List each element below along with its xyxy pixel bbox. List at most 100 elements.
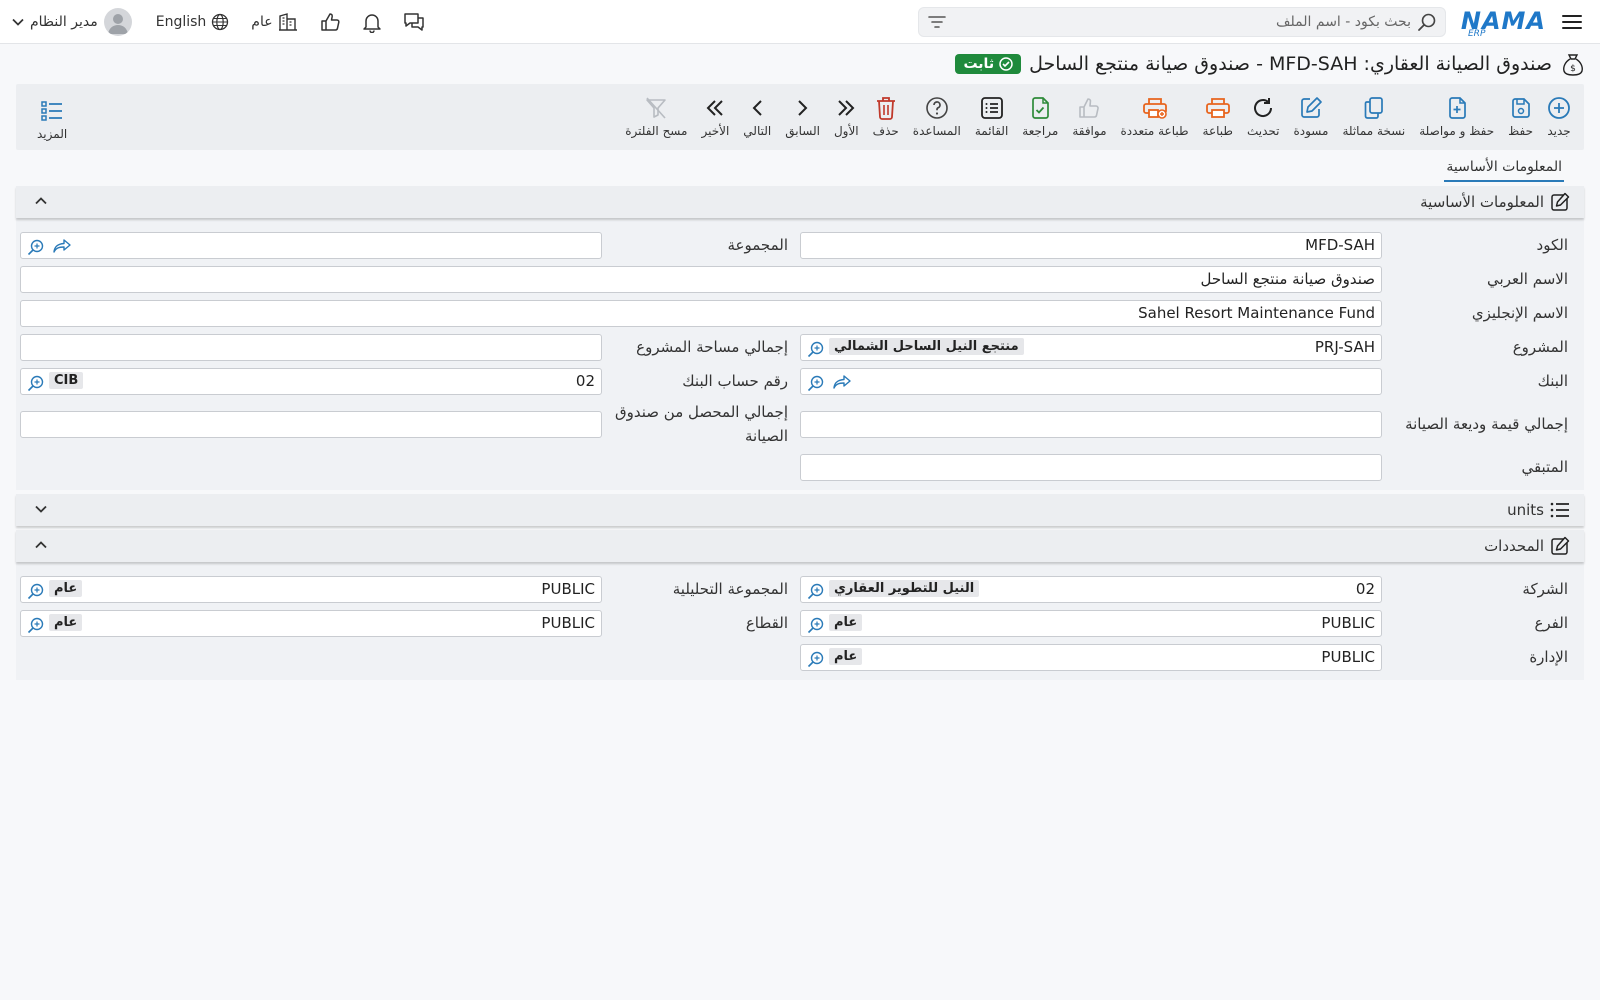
remaining-field[interactable]: [800, 453, 1382, 481]
company-label: عام: [251, 14, 273, 30]
bank-field[interactable]: [800, 367, 1382, 395]
clear-filter-label: مسح الفلترة: [625, 124, 688, 138]
chevron-up-icon[interactable]: [34, 538, 48, 552]
next-label: التالي: [743, 124, 772, 138]
company-switch[interactable]: عام: [251, 12, 297, 32]
units-header[interactable]: units: [16, 494, 1584, 526]
department-field[interactable]: PUBLIC عام: [800, 643, 1382, 671]
branch-field[interactable]: PUBLIC عام: [800, 609, 1382, 637]
multi-print-button[interactable]: طباعة متعددة: [1114, 87, 1196, 147]
help-button[interactable]: المساعدة: [906, 87, 968, 147]
lookup-icon[interactable]: [807, 374, 825, 392]
previous-button[interactable]: السابق: [778, 87, 827, 147]
list-button[interactable]: القائمة: [968, 87, 1015, 147]
group-field[interactable]: [20, 231, 602, 259]
remaining-row: المتبقي: [800, 450, 1570, 484]
clear-filter-button[interactable]: مسح الفلترة: [618, 87, 694, 147]
logo[interactable]: NAMA ERP: [1461, 5, 1546, 39]
share-icon[interactable]: [833, 374, 851, 389]
save-label: حفظ: [1508, 124, 1533, 138]
branch-label: الفرع: [1534, 614, 1568, 632]
chevron-up-icon[interactable]: [34, 194, 48, 208]
lookup-icon[interactable]: [27, 238, 45, 256]
lookup-icon[interactable]: [27, 616, 45, 634]
duplicate-button[interactable]: نسخة مماثلة: [1335, 87, 1412, 147]
title-row: $ صندوق الصيانة العقاري: MFD-SAH - صندوق…: [0, 44, 1600, 84]
draft-button[interactable]: مسودة: [1286, 87, 1335, 147]
help-icon: [926, 97, 948, 119]
new-label: جديد: [1547, 124, 1571, 138]
menu-icon[interactable]: [1558, 8, 1586, 36]
last-button[interactable]: الأخير: [694, 87, 736, 147]
department-name-tag: عام: [829, 647, 863, 665]
dimensions-title: المحددات: [1484, 537, 1544, 555]
english-name-field[interactable]: Sahel Resort Maintenance Fund: [20, 299, 1382, 327]
thumb-up-icon: [1079, 98, 1100, 118]
search-input[interactable]: [947, 13, 1417, 30]
lookup-icon[interactable]: [27, 582, 45, 600]
logo-sub: ERP: [1468, 28, 1486, 39]
bank-account-field[interactable]: 02 CIB: [20, 367, 602, 395]
refresh-button[interactable]: تحديث: [1240, 87, 1287, 147]
chevron-down-icon[interactable]: [34, 502, 48, 516]
arabic-name-value: صندوق صيانة منتجع الساحل: [1200, 270, 1375, 288]
review-button[interactable]: مراجعة: [1015, 87, 1065, 147]
like-icon[interactable]: [316, 8, 344, 36]
collected-total-field[interactable]: [20, 410, 602, 438]
approve-button[interactable]: موافقة: [1065, 87, 1113, 147]
delete-button[interactable]: حذف: [866, 87, 906, 147]
arabic-name-label: الاسم العربي: [1487, 270, 1568, 288]
first-label: الأول: [833, 124, 859, 138]
code-field[interactable]: MFD-SAH: [800, 231, 1382, 259]
group-label: المجموعة: [727, 236, 788, 254]
project-area-field[interactable]: [20, 333, 602, 361]
next-button[interactable]: التالي: [736, 87, 778, 147]
lookup-icon[interactable]: [807, 650, 825, 668]
lookup-icon[interactable]: [807, 582, 825, 600]
deposit-total-field[interactable]: [800, 410, 1382, 438]
filter-icon[interactable]: [927, 14, 947, 30]
new-button[interactable]: جديد: [1540, 87, 1578, 147]
english-name-row: الاسم الإنجليزي Sahel Resort Maintenance…: [20, 296, 1570, 330]
basic-info-header[interactable]: المعلومات الأساسية: [16, 186, 1584, 218]
list-label: القائمة: [974, 124, 1009, 138]
language-switch[interactable]: English: [156, 13, 230, 31]
department-label: الإدارة: [1529, 648, 1568, 666]
search-icon[interactable]: [1417, 12, 1437, 32]
save-continue-button[interactable]: حفظ و مواصلة: [1412, 87, 1501, 147]
arabic-name-field[interactable]: صندوق صيانة منتجع الساحل: [20, 265, 1382, 293]
sector-name-tag: عام: [49, 613, 83, 631]
lookup-icon[interactable]: [27, 374, 45, 392]
company-field[interactable]: 02 النيل للتطوير العقاري: [800, 575, 1382, 603]
user-menu[interactable]: مدير النظام: [12, 8, 132, 36]
code-label: الكود: [1536, 236, 1568, 254]
top-actions: مدير النظام English عام: [12, 0, 428, 44]
remaining-label: المتبقي: [1521, 458, 1568, 476]
analytic-group-field[interactable]: PUBLIC عام: [20, 575, 602, 603]
project-area-label: إجمالي مساحة المشروع: [636, 338, 788, 356]
tab-basic-info[interactable]: المعلومات الأساسية: [1444, 153, 1564, 182]
collected-total-row: إجمالي المحصل من صندوق الصيانة: [20, 398, 790, 450]
share-icon[interactable]: [53, 238, 71, 253]
basic-info-panel: المعلومات الأساسية الكود MFD-SAH المجموع…: [16, 186, 1584, 490]
last-label: الأخير: [701, 124, 730, 138]
basic-info-body: الكود MFD-SAH المجموعة الاسم العربي صندو…: [16, 218, 1584, 490]
bell-icon[interactable]: [358, 8, 386, 36]
approve-label: موافقة: [1072, 124, 1107, 138]
save-button[interactable]: حفظ: [1501, 87, 1540, 147]
copy-icon: [1364, 97, 1383, 119]
dimensions-header[interactable]: المحددات: [16, 530, 1584, 562]
first-button[interactable]: الأول: [827, 87, 866, 147]
branch-row: الفرع PUBLIC عام: [800, 606, 1570, 640]
top-bar: NAMA ERP مدير النظام English عام: [0, 0, 1600, 44]
project-label: المشروع: [1512, 338, 1568, 356]
lookup-icon[interactable]: [807, 616, 825, 634]
chat-icon[interactable]: [400, 8, 428, 36]
lookup-icon[interactable]: [807, 340, 825, 358]
more-button[interactable]: المزيد: [30, 90, 74, 150]
print-label: طباعة: [1202, 124, 1233, 138]
project-field[interactable]: PRJ-SAH منتجع النيل الساحل الشمالي: [800, 333, 1382, 361]
print-button[interactable]: طباعة: [1196, 87, 1240, 147]
sector-field[interactable]: PUBLIC عام: [20, 609, 602, 637]
company-name-tag: النيل للتطوير العقاري: [829, 579, 980, 597]
